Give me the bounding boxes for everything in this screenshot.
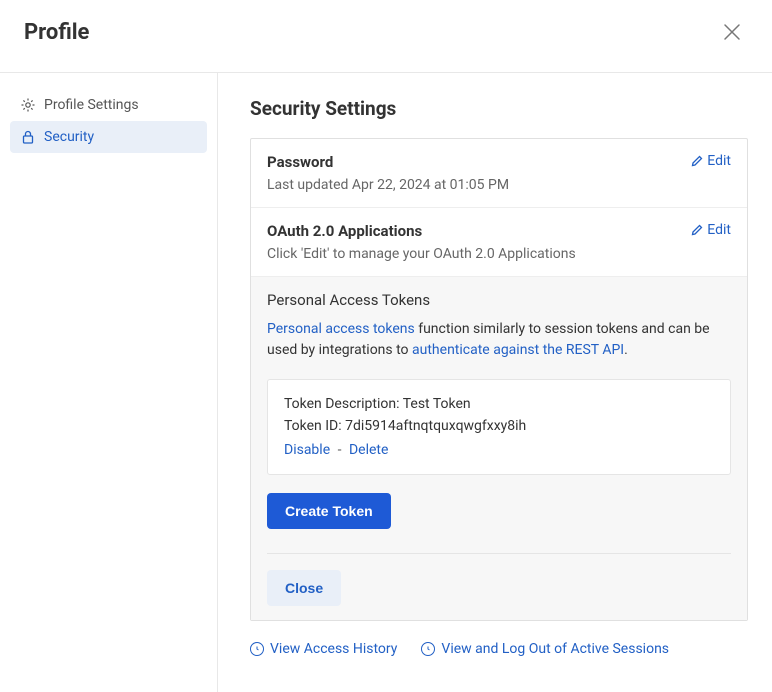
- clock-icon: [250, 642, 264, 656]
- token-delete-button[interactable]: Delete: [349, 442, 388, 458]
- close-button[interactable]: [716, 16, 748, 48]
- footer-link-label: View Access History: [270, 641, 397, 657]
- separator: -: [334, 442, 345, 458]
- main-content: Security Settings Password Last updated …: [218, 73, 772, 692]
- footer-links: View Access History View and Log Out of …: [250, 641, 748, 657]
- modal-header: Profile: [0, 0, 772, 73]
- create-token-button[interactable]: Create Token: [267, 493, 391, 529]
- divider: [267, 553, 731, 554]
- oauth-title: OAuth 2.0 Applications: [267, 222, 731, 240]
- oauth-section: OAuth 2.0 Applications Click 'Edit' to m…: [251, 208, 747, 277]
- password-edit-button[interactable]: Edit: [691, 153, 731, 169]
- clock-icon: [421, 642, 435, 656]
- view-access-history-link[interactable]: View Access History: [250, 641, 397, 657]
- password-section: Password Last updated Apr 22, 2024 at 01…: [251, 139, 747, 208]
- sidebar-item-label: Security: [44, 129, 94, 145]
- modal-title: Profile: [24, 20, 89, 45]
- footer-link-label: View and Log Out of Active Sessions: [441, 641, 669, 657]
- pat-description: Personal access tokens function similarl…: [267, 319, 731, 361]
- sidebar-item-profile-settings[interactable]: Profile Settings: [10, 89, 207, 121]
- token-disable-button[interactable]: Disable: [284, 442, 330, 458]
- token-actions: Disable - Delete: [284, 442, 714, 458]
- token-description-value: Test Token: [403, 396, 471, 412]
- pencil-icon: [691, 155, 703, 167]
- pencil-icon: [691, 224, 703, 236]
- password-subtitle: Last updated Apr 22, 2024 at 01:05 PM: [267, 177, 731, 193]
- token-id-value: 7di5914aftnqtquxqwgfxxy8ih: [345, 418, 526, 434]
- sidebar: Profile Settings Security: [0, 73, 218, 692]
- token-id-label: Token ID:: [284, 418, 345, 434]
- pat-title: Personal Access Tokens: [267, 291, 731, 309]
- settings-panel: Password Last updated Apr 22, 2024 at 01…: [250, 138, 748, 621]
- oauth-subtitle: Click 'Edit' to manage your OAuth 2.0 Ap…: [267, 246, 731, 262]
- view-active-sessions-link[interactable]: View and Log Out of Active Sessions: [421, 641, 669, 657]
- token-card: Token Description: Test Token Token ID: …: [267, 379, 731, 475]
- close-icon: [723, 23, 741, 41]
- pat-doc-link[interactable]: Personal access tokens: [267, 321, 415, 337]
- token-description-label: Token Description:: [284, 396, 403, 412]
- pat-api-link[interactable]: authenticate against the REST API: [412, 342, 624, 358]
- pat-desc-end: .: [624, 342, 628, 358]
- edit-label: Edit: [707, 153, 731, 169]
- gear-icon: [20, 97, 36, 113]
- password-title: Password: [267, 153, 731, 171]
- edit-label: Edit: [707, 222, 731, 238]
- sidebar-item-security[interactable]: Security: [10, 121, 207, 153]
- pat-section: Personal Access Tokens Personal access t…: [251, 277, 747, 620]
- sidebar-item-label: Profile Settings: [44, 97, 139, 113]
- close-pat-button[interactable]: Close: [267, 570, 341, 606]
- lock-icon: [20, 129, 36, 145]
- token-description: Token Description: Test Token: [284, 396, 714, 412]
- modal-body: Profile Settings Security Security Setti…: [0, 73, 772, 692]
- token-id: Token ID: 7di5914aftnqtquxqwgfxxy8ih: [284, 418, 714, 434]
- oauth-edit-button[interactable]: Edit: [691, 222, 731, 238]
- page-title: Security Settings: [250, 97, 748, 120]
